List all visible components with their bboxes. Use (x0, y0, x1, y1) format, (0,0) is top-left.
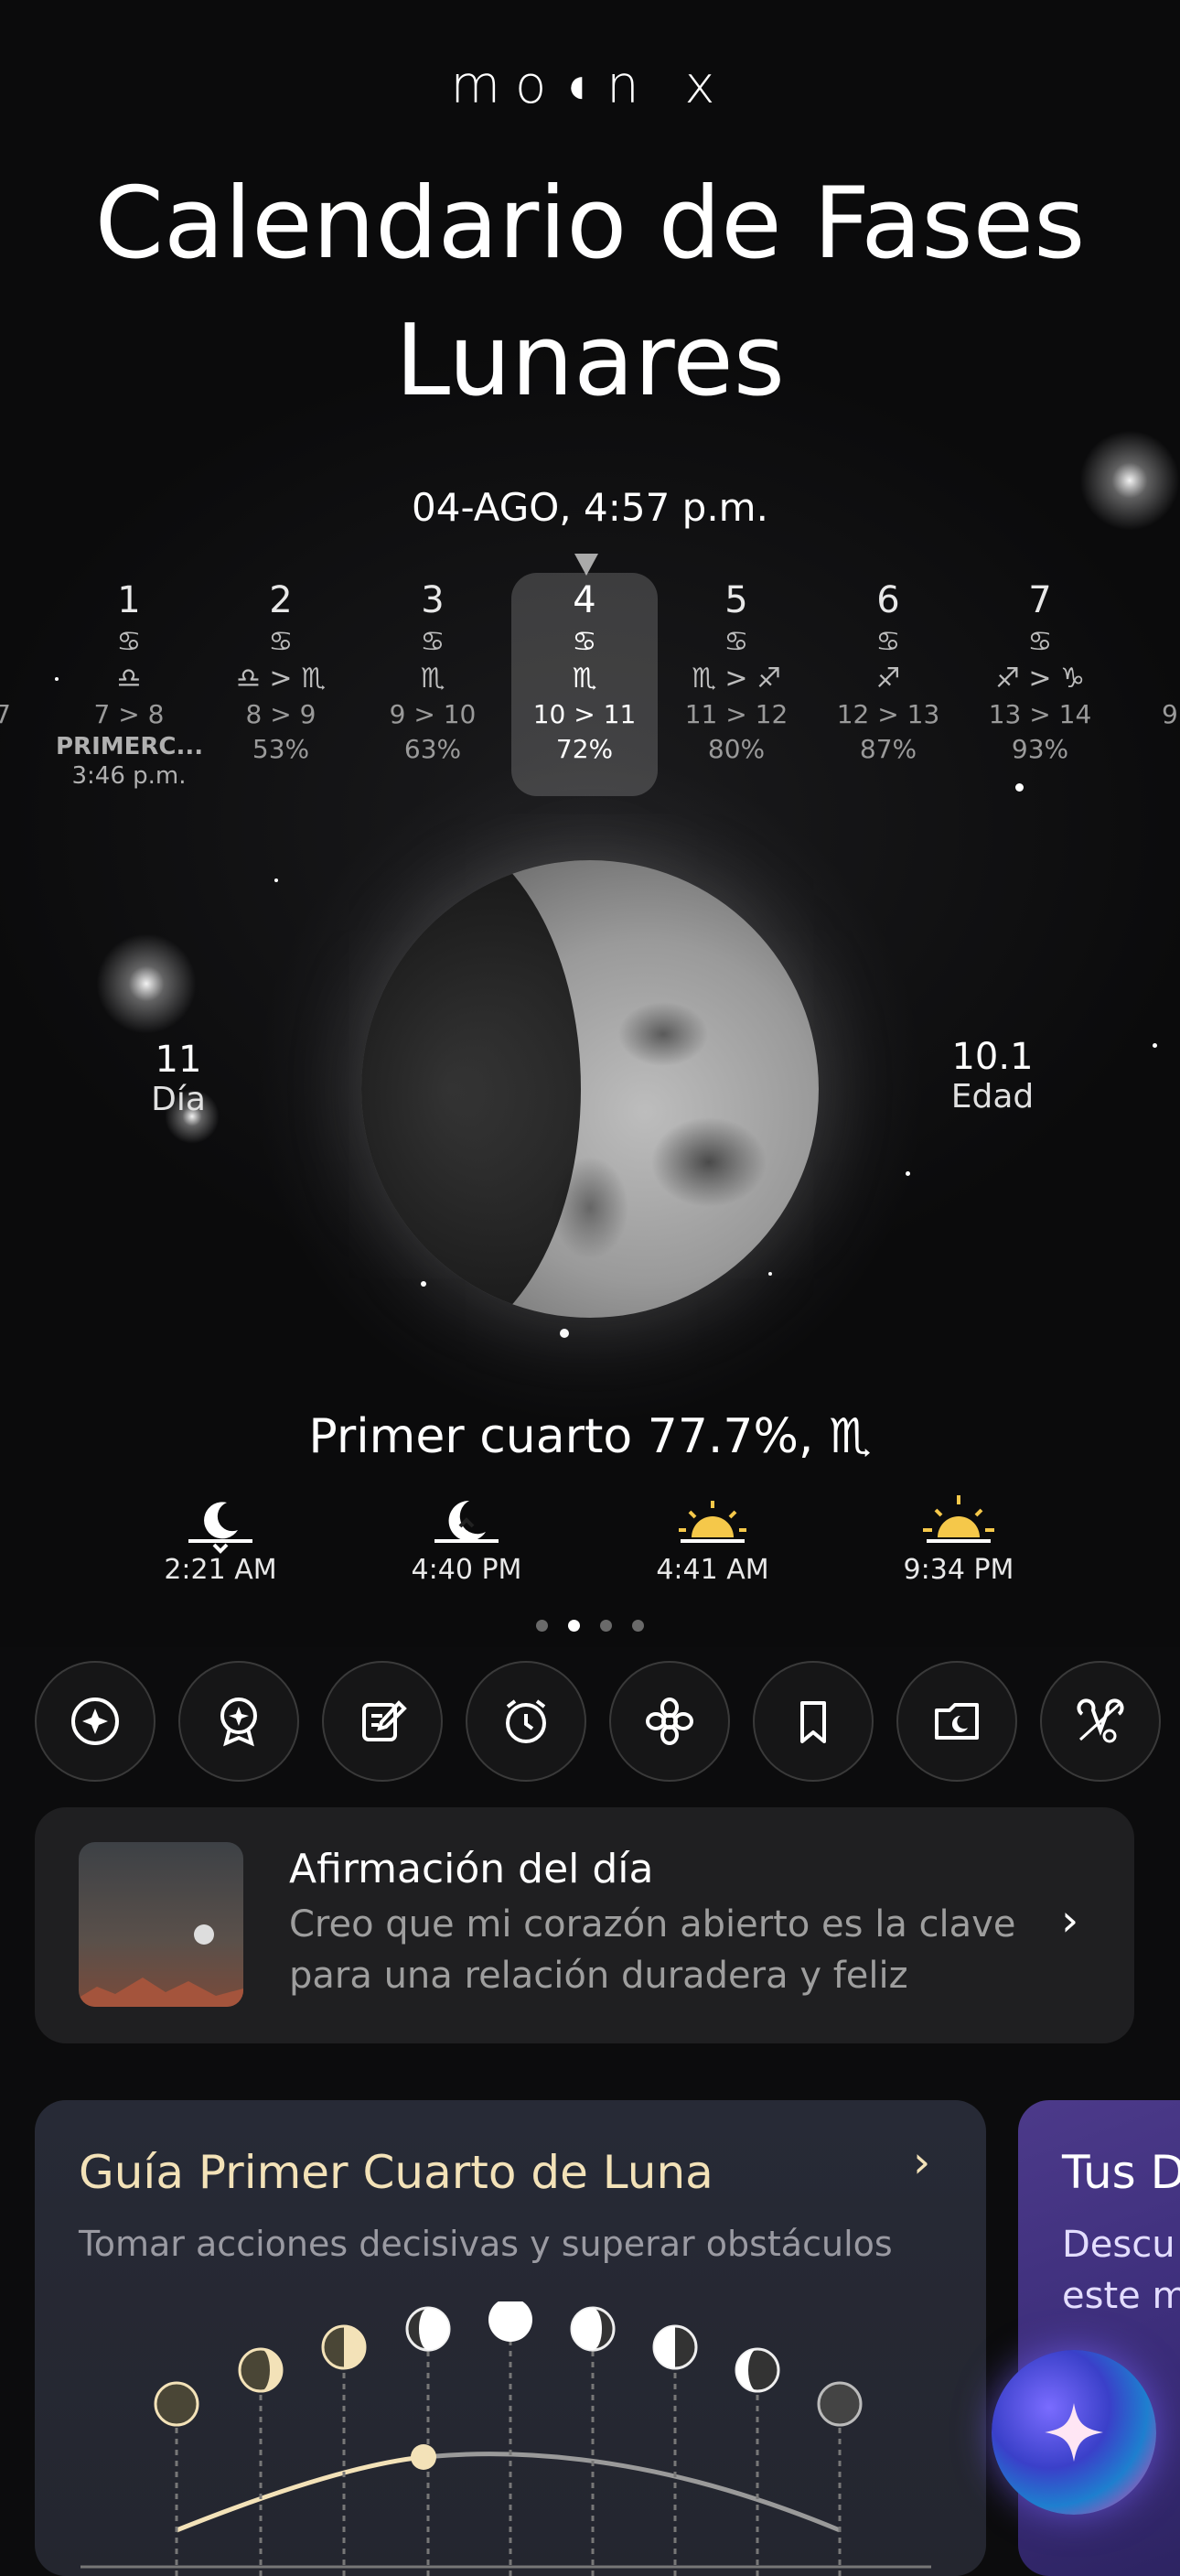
star (560, 1329, 569, 1338)
moon-folder-icon (935, 1703, 979, 1740)
alarm-clock-icon (506, 1699, 546, 1743)
day-item[interactable]: 1 ♋ ♎ 7 > 8 PRIMERC... 3:46 p.m. (56, 577, 203, 791)
day-item[interactable]: 3 ♋ ♏ 9 > 10 63% (359, 577, 506, 767)
page-dot[interactable] (600, 1620, 612, 1632)
day-partial-right[interactable]: 9 (1162, 577, 1180, 732)
tool-button-compass[interactable] (35, 1661, 156, 1782)
rise-set-row: 2:21 AM 4:40 PM 4:41 AM 9:34 PM (0, 1490, 1180, 1600)
page-indicator[interactable] (531, 1620, 649, 1638)
moonrise-item: 2:21 AM (129, 1490, 312, 1586)
moon-age-stat: 10.1 Edad (924, 1036, 1061, 1116)
moon-age-label: Edad (950, 1078, 1035, 1116)
guide-title: Guía Primer Cuarto de Luna (79, 2146, 713, 2199)
phase-arc-illustration (80, 2301, 931, 2576)
zodiac-icon (1077, 1698, 1124, 1743)
page-dot-active[interactable] (568, 1620, 580, 1632)
moon-day-value: 11 (155, 1039, 202, 1081)
phase-summary: Primer cuarto 77.7%, ♏ (308, 1409, 872, 1464)
tool-button-flower[interactable] (609, 1661, 730, 1782)
day-item-selected[interactable]: 4 ♋ ♏ 10 > 11 72% (511, 573, 658, 796)
moonset-icon (434, 1500, 499, 1543)
sunrise-item: 4:41 AM (621, 1490, 804, 1586)
sunset-icon (923, 1495, 994, 1543)
moon-day-stat: 11 Día (110, 1039, 247, 1118)
tool-button-bookmark[interactable] (753, 1661, 874, 1782)
moon-image (361, 860, 819, 1318)
bookmark-icon (800, 1701, 826, 1743)
tool-button-alarm[interactable] (466, 1661, 586, 1782)
sparkle-icon (1045, 2403, 1103, 2462)
tool-button-badge[interactable] (178, 1661, 299, 1782)
phase-guide-card[interactable]: Guía Primer Cuarto de Luna › Tomar accio… (35, 2100, 986, 2576)
moonset-item: 4:40 PM (375, 1490, 558, 1586)
star (906, 1171, 910, 1176)
star (1153, 1043, 1157, 1048)
moon-age-value: 10.1 (951, 1036, 1034, 1078)
affirmation-card[interactable]: Afirmación del día Creo que mi corazón a… (35, 1807, 1134, 2043)
star (768, 1272, 772, 1276)
tool-button-zodiac[interactable] (1040, 1661, 1161, 1782)
app-logo: mo◖n x (450, 56, 730, 115)
ai-assistant-button[interactable] (992, 2350, 1156, 2515)
moon-day-label: Día (151, 1081, 206, 1118)
guide-subtitle: Tomar acciones decisivas y superar obstá… (79, 2224, 893, 2264)
day-partial-left[interactable]: ♎ 7 (0, 577, 18, 732)
tools-row (35, 1661, 1180, 1784)
day-item[interactable]: 5 ♋ ♏ > ♐ 11 > 12 80% (663, 577, 810, 767)
flower-icon (646, 1698, 693, 1745)
sunrise-icon (679, 1501, 746, 1543)
affirmation-text: Creo que mi corazón abierto es la clave … (289, 1903, 1016, 1997)
moonrise-icon (188, 1502, 252, 1554)
page-dot[interactable] (632, 1620, 644, 1632)
journal-edit-icon (362, 1700, 407, 1741)
current-datetime: 04-AGO, 4:57 p.m. (412, 485, 768, 530)
tool-button-moon-folder[interactable] (896, 1661, 1017, 1782)
affirmation-title: Afirmación del día (289, 1846, 654, 1892)
day-item[interactable]: 2 ♋ ♎ > ♏ 8 > 9 53% (208, 577, 354, 767)
affirmation-thumbnail (79, 1842, 243, 2007)
day-strip[interactable]: ♎ 7 1 ♋ ♎ 7 > 8 PRIMERC... 3:46 p.m. 2 ♋… (0, 573, 1180, 805)
tool-button-journal[interactable] (322, 1661, 443, 1782)
secondary-card-line2: este m (1062, 2275, 1180, 2317)
page-title: Calendario de Fases Lunares (94, 167, 1086, 418)
secondary-card-title: Tus D (1062, 2146, 1180, 2199)
sunset-item: 9:34 PM (867, 1490, 1050, 1586)
day-item[interactable]: 7 ♋ ♐ > ♑ 13 > 14 93% (967, 577, 1113, 767)
secondary-card-line1: Descu (1062, 2224, 1175, 2266)
star-glow (96, 933, 197, 1034)
chevron-right-icon: › (913, 2137, 931, 2188)
badge-star-icon (220, 1698, 257, 1747)
star (274, 878, 278, 882)
chevron-right-icon: › (1061, 1895, 1079, 1946)
day-item[interactable]: 6 ♋ ♐ 12 > 13 87% (815, 577, 961, 767)
page-dot[interactable] (536, 1620, 548, 1632)
compass-star-icon (71, 1698, 119, 1745)
